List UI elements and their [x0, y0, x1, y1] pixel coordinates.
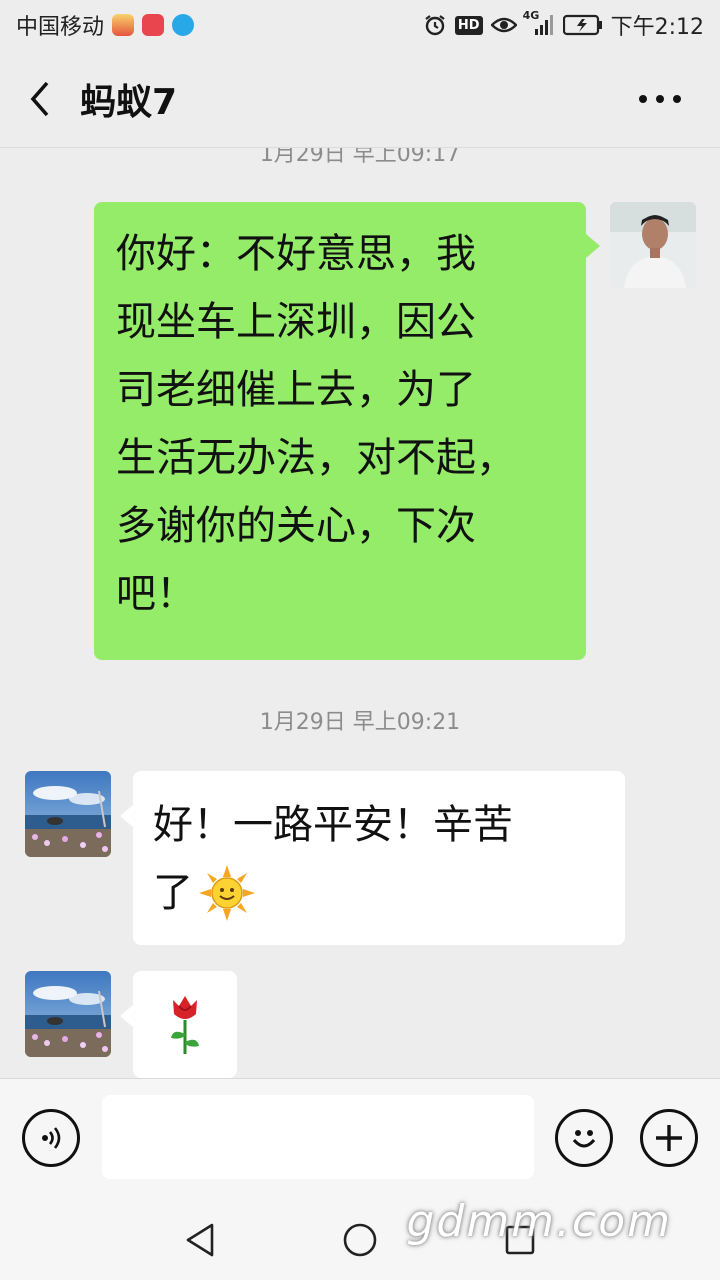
back-button[interactable]	[0, 50, 80, 148]
wechat-chat-screen: 中国移动 HD 4G 下午2:12 蚂蚁7 1月29日 早上09:17 你好：不…	[0, 0, 720, 1280]
sun-emoji	[199, 865, 255, 921]
rose-emoji	[171, 995, 199, 1054]
message-line: 了	[153, 859, 605, 927]
bubble-tail	[586, 234, 600, 258]
toutiao-app-icon	[142, 14, 165, 36]
voice-icon	[42, 1127, 61, 1149]
plus-button[interactable]	[640, 1109, 698, 1167]
alarm-icon	[423, 13, 447, 37]
message-line: 吧！	[116, 571, 196, 617]
watermark: gdmm.com	[406, 1196, 672, 1247]
message-line: 多谢你的关心，下次	[116, 503, 476, 549]
wen-app-icon	[172, 14, 195, 36]
smiley-icon	[572, 1130, 596, 1148]
message-input[interactable]	[102, 1095, 534, 1179]
status-left: 中国移动	[16, 9, 195, 41]
more-dots-icon	[639, 95, 681, 103]
plus-icon	[656, 1125, 682, 1151]
message-line: 现坐车上深圳，因公	[116, 299, 476, 345]
message-list[interactable]: 1月29日 早上09:17 你好：不好意思，我 现坐车上深圳，因公 司老细催上去…	[0, 148, 720, 1078]
input-bar	[0, 1078, 720, 1201]
emoji-button[interactable]	[555, 1109, 613, 1167]
timestamp-2: 1月29日 早上09:21	[259, 710, 461, 735]
voice-button[interactable]	[22, 1109, 80, 1167]
bubble-tail	[120, 1004, 134, 1028]
network-type: 4G	[522, 9, 540, 22]
signal-icon: 4G	[523, 9, 555, 37]
clock-time: 下午2:12	[610, 15, 704, 40]
avatar-self[interactable]	[25, 971, 111, 1057]
nav-home-button[interactable]	[340, 1220, 380, 1260]
back-triangle-icon	[186, 1223, 214, 1257]
youle-app-icon	[112, 14, 135, 36]
message-line: 你好：不好意思，我	[116, 231, 476, 277]
status-bar: 中国移动 HD 4G 下午2:12	[0, 0, 720, 50]
home-circle-icon	[343, 1223, 377, 1257]
timestamp-1: 1月29日 早上09:17	[259, 148, 461, 167]
avatar-contact[interactable]	[610, 202, 696, 288]
status-right: HD 4G 下午2:12	[423, 9, 704, 41]
nav-back-button[interactable]	[180, 1220, 220, 1260]
chevron-left-icon	[30, 81, 49, 116]
message-bubble-incoming[interactable]: 好！一路平安！辛苦 了	[133, 771, 625, 945]
chat-header: 蚂蚁7	[0, 50, 720, 148]
avatar-self[interactable]	[25, 771, 111, 857]
more-button[interactable]	[630, 74, 690, 124]
bubble-tail	[120, 804, 134, 828]
eye-icon	[490, 15, 517, 35]
message-line-text: 了	[153, 870, 193, 916]
message-line: 生活无办法，对不起，	[116, 435, 516, 481]
message-bubble-outgoing[interactable]: 你好：不好意思，我 现坐车上深圳，因公 司老细催上去，为了 生活无办法，对不起，…	[94, 202, 586, 660]
message-line: 司老细催上去，为了	[116, 367, 476, 413]
carrier-name: 中国移动	[16, 15, 105, 40]
battery-icon	[562, 14, 603, 36]
hd-icon: HD	[454, 15, 483, 35]
chat-title: 蚂蚁7	[80, 81, 178, 123]
message-line: 好！一路平安！辛苦	[153, 802, 513, 848]
message-bubble-incoming[interactable]	[133, 971, 237, 1078]
